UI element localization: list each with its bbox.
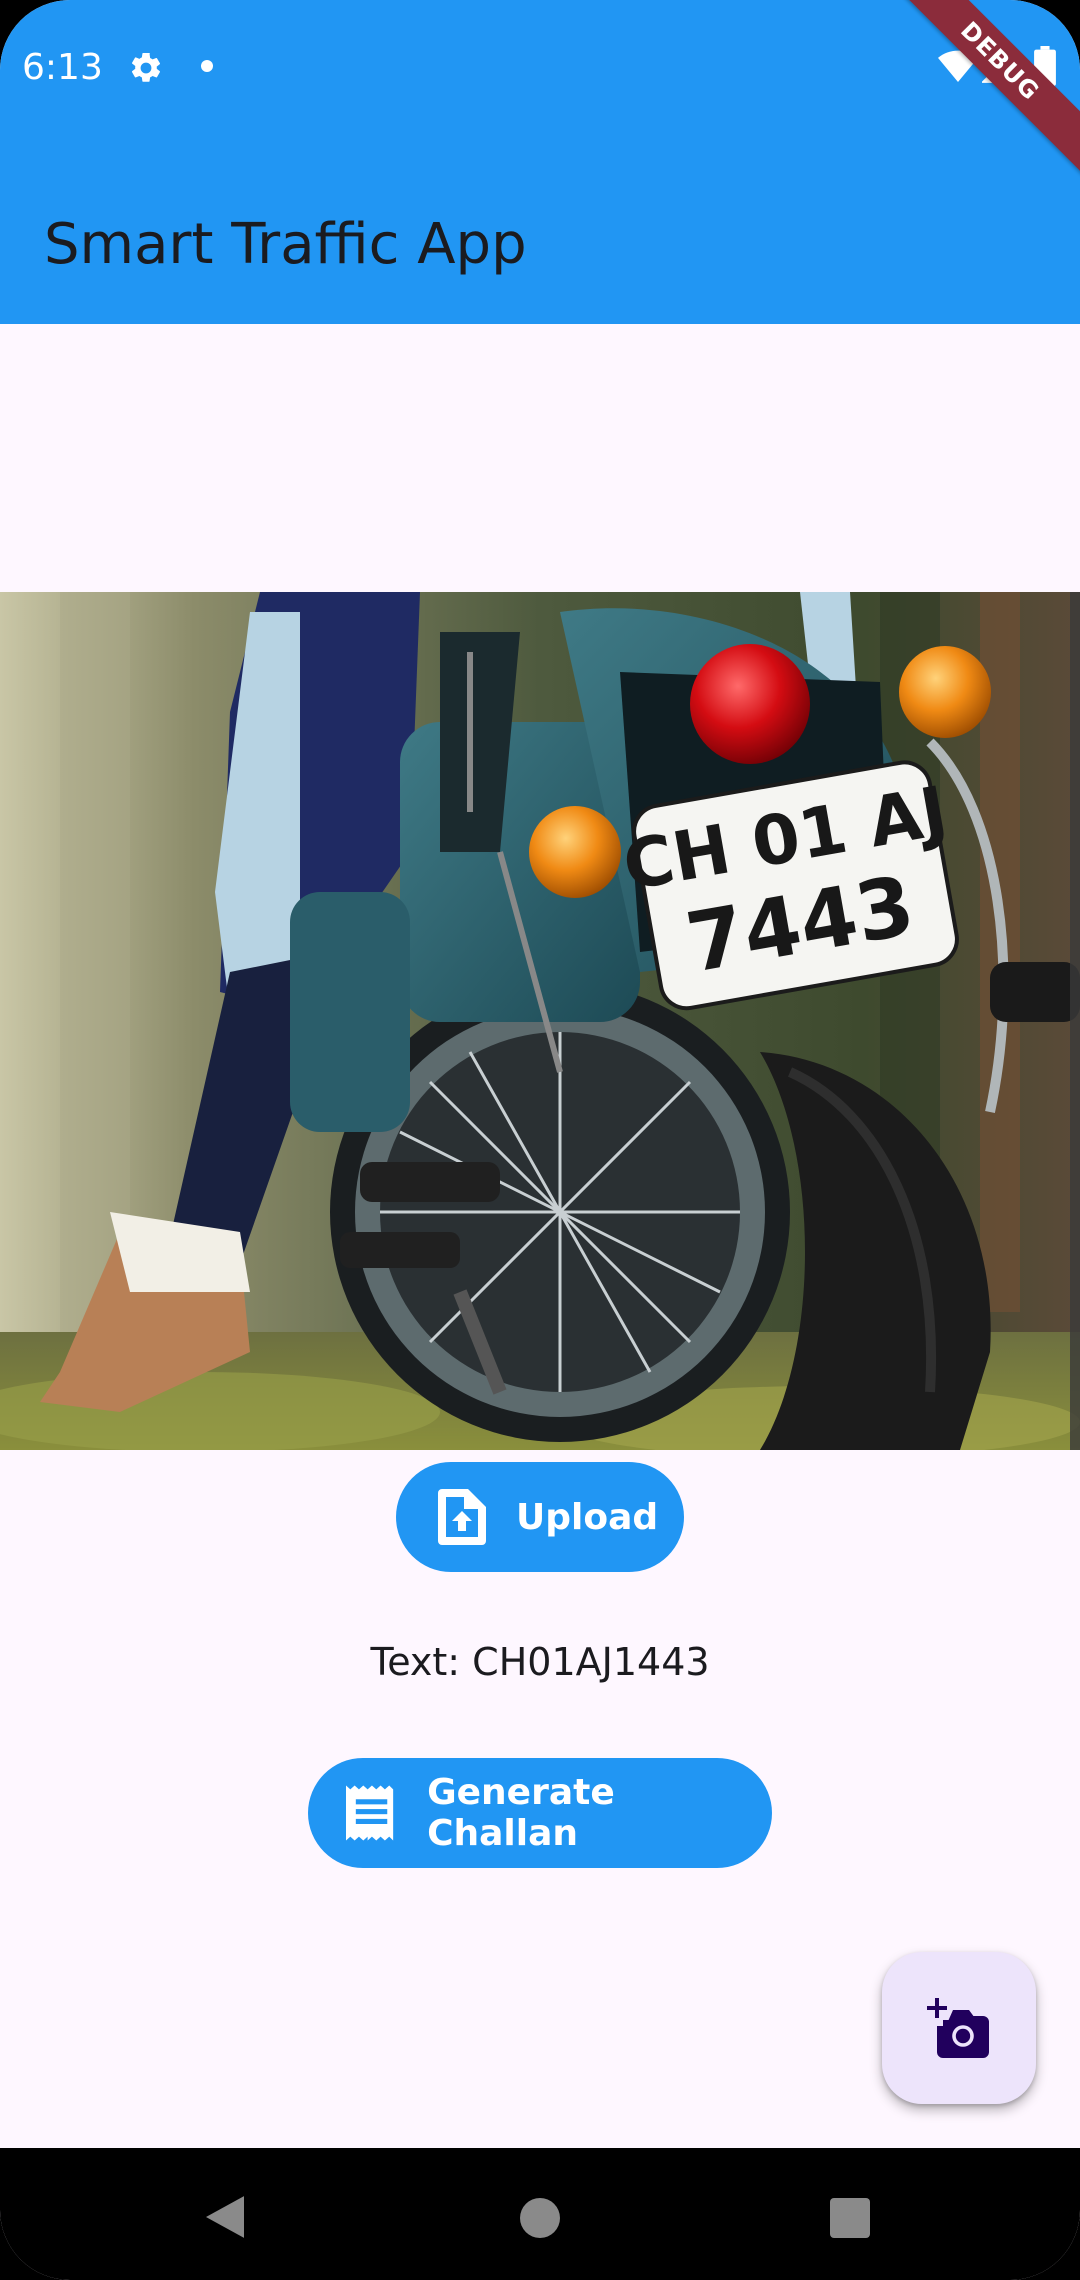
home-icon[interactable]	[520, 2198, 560, 2238]
recognized-plate-text: Text: CH01AJ1443	[370, 1640, 710, 1684]
camera-fab[interactable]	[882, 1952, 1036, 2104]
generate-challan-label: Generate Challan	[427, 1772, 615, 1854]
uploaded-vehicle-photo: CH 01 AJ 7443	[0, 592, 1080, 1450]
system-nav-bar	[0, 2148, 1080, 2280]
gear-icon	[131, 52, 161, 82]
generate-challan-button[interactable]: Generate Challan	[308, 1758, 772, 1868]
recents-icon[interactable]	[830, 2198, 870, 2238]
back-icon[interactable]	[206, 2196, 244, 2238]
app-screen: 6:13 Smart Traffic App DEBUG CH 01 AJ 74…	[0, 0, 1080, 2280]
upload-button[interactable]: Upload	[396, 1462, 684, 1572]
status-time: 6:13	[22, 47, 103, 88]
app-title: Smart Traffic App	[44, 212, 527, 277]
notification-dot	[201, 60, 213, 72]
app-bar: 6:13 Smart Traffic App	[0, 0, 1080, 324]
add-a-photo-icon	[927, 1998, 989, 2058]
upload-file-icon	[438, 1489, 486, 1545]
upload-button-label: Upload	[516, 1496, 659, 1538]
receipt-icon	[346, 1785, 394, 1841]
